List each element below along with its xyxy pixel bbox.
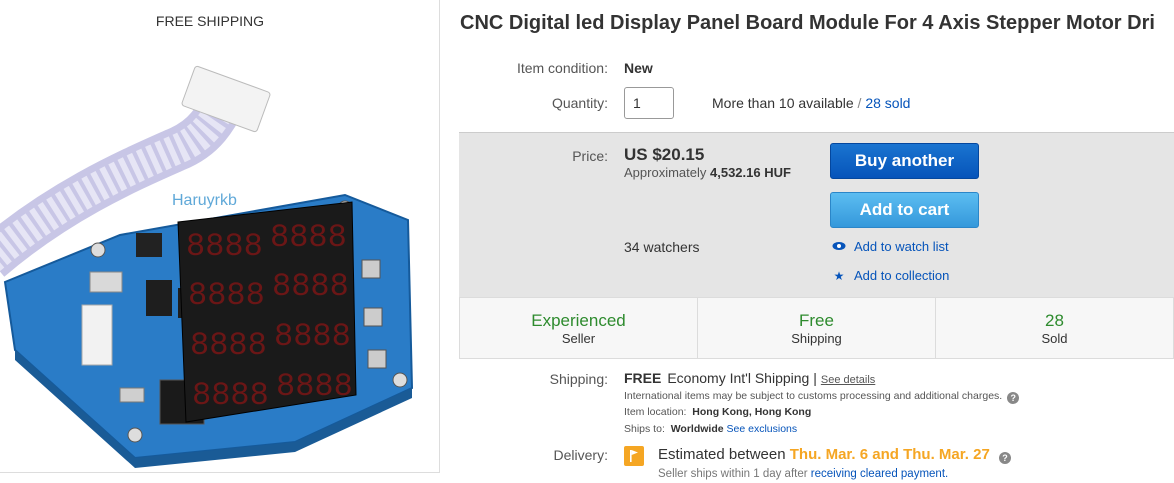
collection-link-label: Add to collection [854, 268, 950, 283]
shipping-label: Shipping: [549, 371, 608, 387]
stat-bottom: Sold [1041, 331, 1068, 346]
listing-title: CNC Digital led Display Panel Board Modu… [460, 12, 1155, 34]
stat-sold: 28 Sold [936, 298, 1173, 358]
svg-text:8888: 8888 [188, 277, 265, 314]
ships-to-label: Ships to: [624, 423, 665, 435]
stat-free-shipping: Free Shipping [698, 298, 936, 358]
svg-text:8888: 8888 [190, 327, 267, 364]
watermark-text: Haruyrkb [172, 192, 237, 209]
availability-text: More than 10 available [712, 95, 854, 111]
eye-icon [832, 240, 846, 254]
condition-value: New [624, 60, 653, 76]
svg-text:8888: 8888 [270, 219, 347, 256]
ships-to-value: Worldwide [670, 423, 724, 435]
shipping-summary: FREE Economy Int'l Shipping | See details [624, 370, 875, 386]
delivery-prefix: Estimated between [658, 446, 786, 463]
cleared-payment-link[interactable]: receiving cleared payment. [811, 468, 948, 480]
availability: More than 10 available / 28 sold [712, 95, 910, 111]
approx-prefix: Approximately [624, 165, 707, 180]
see-details-link[interactable]: See details [821, 374, 875, 386]
price-label: Price: [572, 148, 608, 164]
item-location: Item location: Hong Kong, Hong Kong [624, 406, 811, 418]
ships-to: Ships to: Worldwide See exclusions [624, 423, 797, 435]
question-icon[interactable]: ? [998, 452, 1011, 464]
stat-experienced-seller: Experienced Seller [460, 298, 698, 358]
condition-label: Item condition: [516, 60, 608, 76]
intl-note-text: International items may be subject to cu… [624, 390, 1003, 402]
seller-stats-strip: Experienced Seller Free Shipping 28 Sold [459, 297, 1174, 359]
delivery-note-prefix: Seller ships within 1 day after [658, 468, 808, 480]
stat-top: 28 [1045, 311, 1064, 330]
buy-another-button[interactable]: Buy another [830, 143, 979, 179]
product-image-panel: FREE SHIPPING 8888 8888 8888 8888 8888 8… [0, 0, 440, 473]
stat-top: Free [799, 311, 834, 330]
svg-text:8888: 8888 [186, 228, 263, 265]
shipping-method: Economy Int'l Shipping | [667, 370, 817, 386]
see-exclusions-link[interactable]: See exclusions [727, 423, 798, 435]
delivery-dates: Thu. Mar. 6 and Thu. Mar. 27 [789, 446, 990, 463]
watchers-count: 34 watchers [624, 239, 700, 255]
svg-text:8888: 8888 [272, 268, 349, 305]
star-icon: ★ [833, 269, 845, 283]
add-to-collection-link[interactable]: ★ Add to collection [832, 268, 950, 283]
add-to-watch-list-link[interactable]: Add to watch list [832, 239, 949, 254]
delivery-note: Seller ships within 1 day after receivin… [658, 468, 948, 480]
flag-icon [624, 446, 644, 466]
stat-bottom: Shipping [791, 331, 842, 346]
shipping-free: FREE [624, 370, 662, 386]
location-value: Hong Kong, Hong Kong [692, 406, 812, 418]
sold-count-link[interactable]: 28 sold [865, 95, 910, 111]
led-display-grid: 8888 8888 8888 8888 8888 8888 8888 8888 [177, 201, 357, 423]
svg-text:8888: 8888 [192, 377, 269, 414]
delivery-label: Delivery: [553, 447, 608, 463]
svg-text:8888: 8888 [274, 318, 351, 355]
quantity-input[interactable] [624, 87, 674, 119]
free-shipping-caption: FREE SHIPPING [155, 13, 265, 29]
international-note: International items may be subject to cu… [624, 390, 1020, 404]
quantity-label: Quantity: [551, 95, 608, 111]
question-icon[interactable]: ? [1007, 392, 1020, 404]
location-label: Item location: [624, 406, 687, 418]
approx-value: 4,532.16 HUF [710, 165, 791, 180]
approx-price: Approximately 4,532.16 HUF [624, 165, 791, 180]
delivery-estimate: Estimated between Thu. Mar. 6 and Thu. M… [658, 446, 1011, 464]
product-photo[interactable]: 8888 8888 8888 8888 8888 8888 8888 8888 Haru… [0, 50, 440, 473]
stat-top: Experienced [531, 311, 626, 330]
add-to-cart-button[interactable]: Add to cart [830, 192, 979, 228]
stat-bottom: Seller [561, 331, 596, 346]
availability-separator: / [857, 95, 862, 111]
watch-link-label: Add to watch list [854, 239, 949, 254]
svg-text:8888: 8888 [276, 368, 353, 405]
price-value: US $20.15 [624, 145, 705, 164]
